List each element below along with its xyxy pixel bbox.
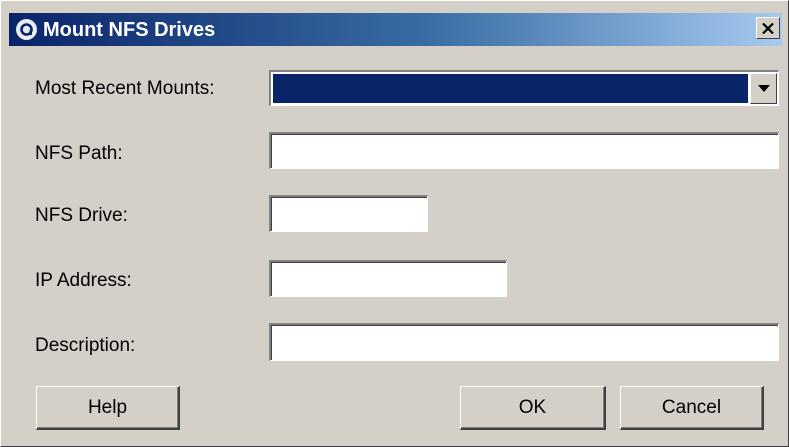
app-logo-icon <box>16 19 37 40</box>
nfs-path-input[interactable] <box>269 132 779 169</box>
dropdown-button[interactable] <box>750 73 777 104</box>
nfs-drive-label: NFS Drive: <box>35 205 128 226</box>
close-button[interactable] <box>756 17 780 39</box>
help-button[interactable]: Help <box>36 386 180 430</box>
ip-address-label: IP Address: <box>35 270 132 291</box>
most-recent-mounts-dropdown[interactable] <box>269 70 779 106</box>
cancel-button[interactable]: Cancel <box>620 386 764 430</box>
most-recent-mounts-label: Most Recent Mounts: <box>35 78 215 99</box>
ok-button[interactable]: OK <box>460 386 606 430</box>
most-recent-mounts-selected <box>273 74 748 103</box>
ip-address-input[interactable] <box>269 260 507 297</box>
description-label: Description: <box>35 335 136 356</box>
close-icon <box>762 22 774 34</box>
mount-nfs-dialog: Mount NFS Drives Most Recent Mounts: NFS… <box>0 0 789 447</box>
title-bar: Mount NFS Drives <box>9 13 782 46</box>
nfs-path-label: NFS Path: <box>35 143 123 164</box>
triangle-down-icon <box>757 85 770 92</box>
description-input[interactable] <box>269 323 779 361</box>
window-title: Mount NFS Drives <box>43 19 216 41</box>
nfs-drive-input[interactable] <box>269 195 428 232</box>
